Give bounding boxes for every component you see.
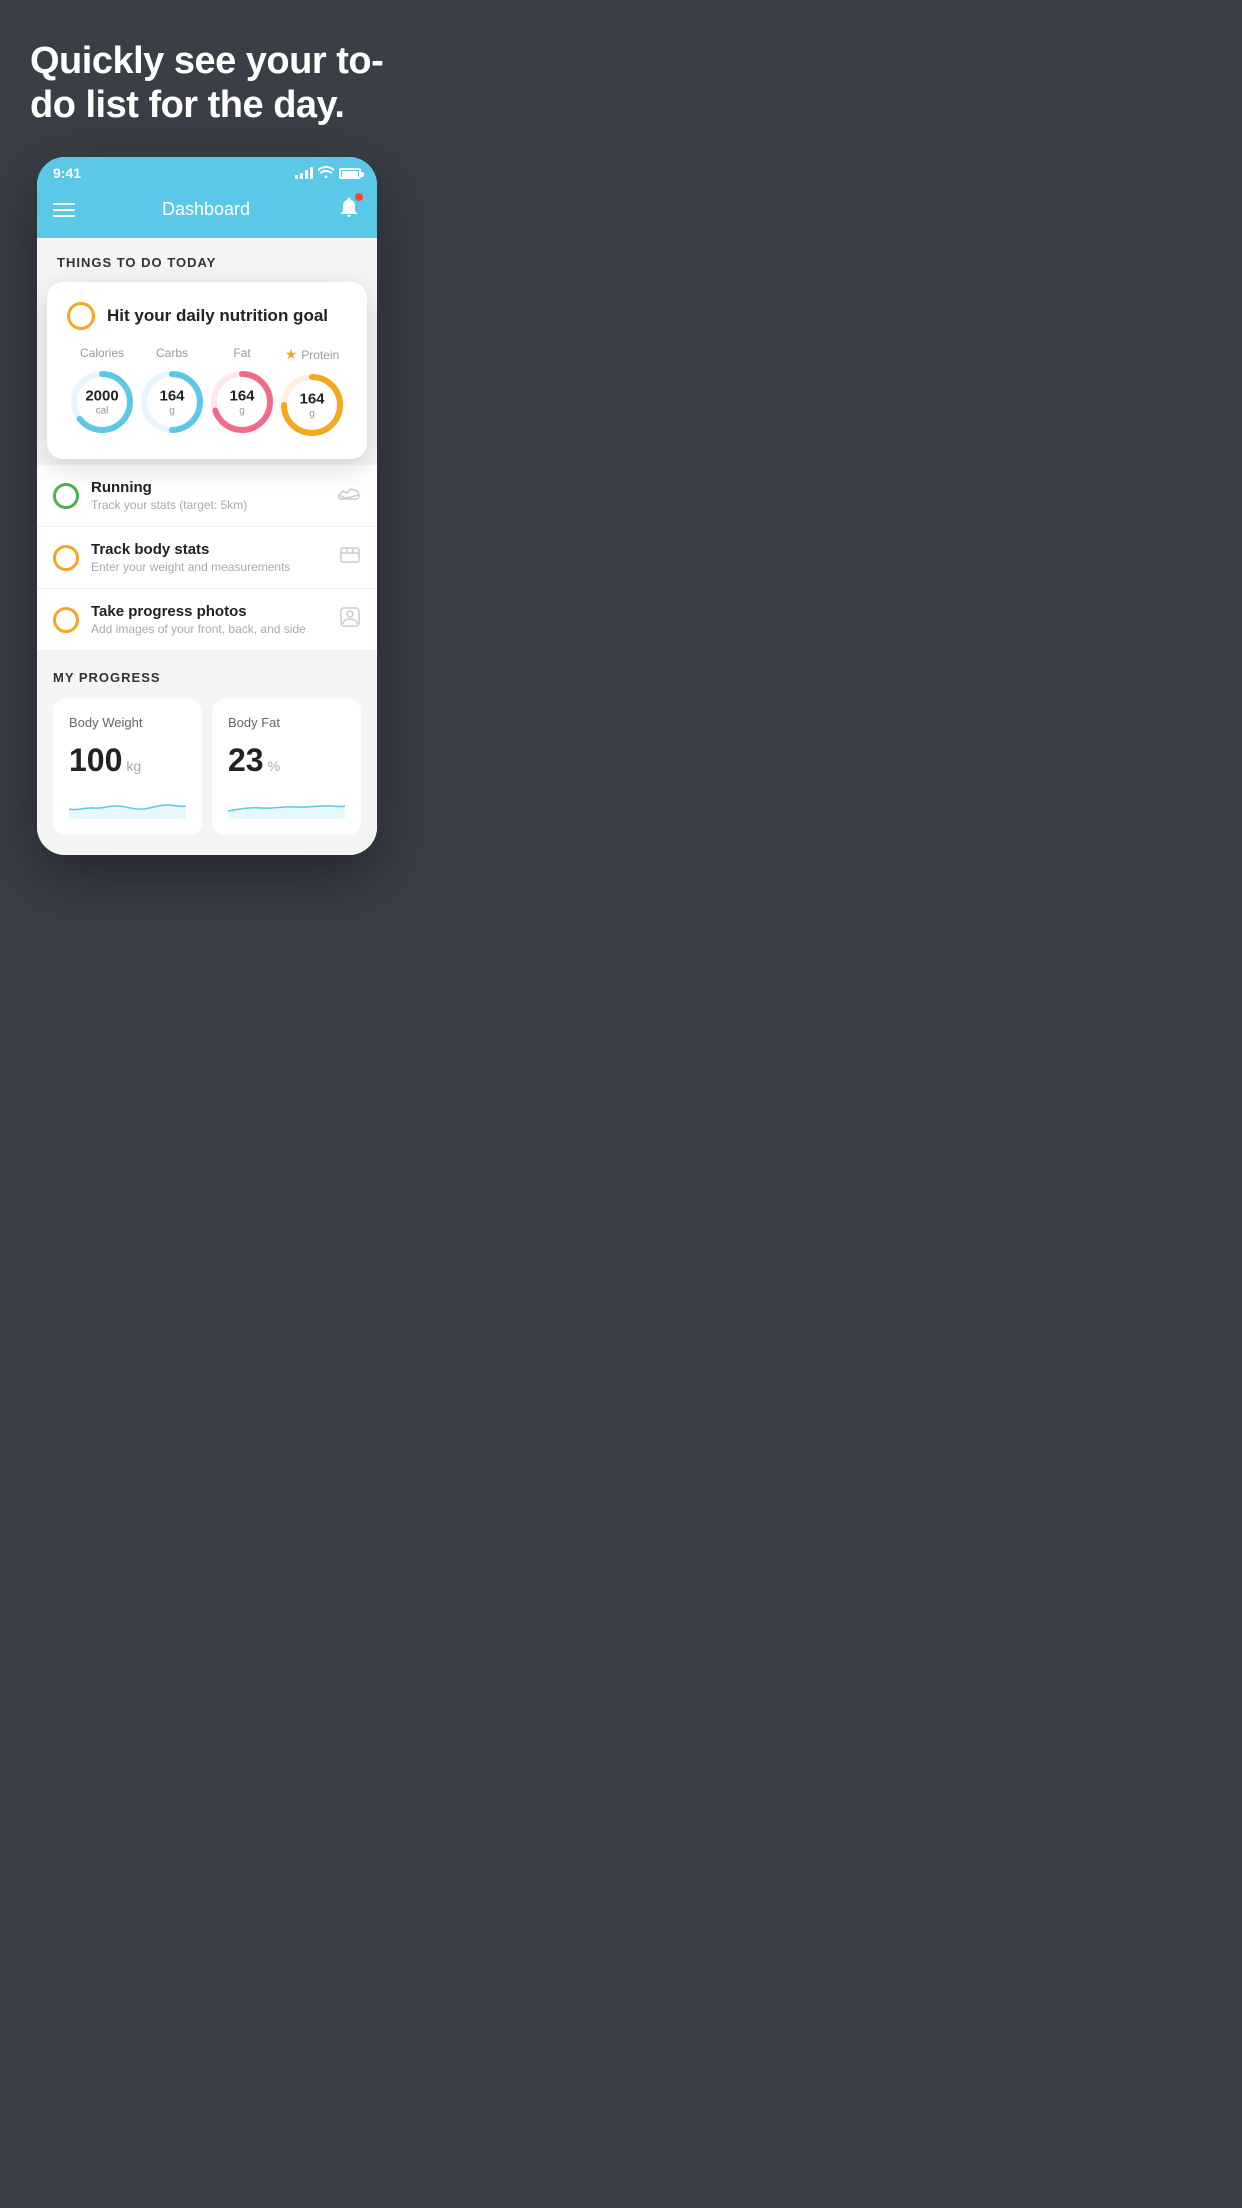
protein-unit: g bbox=[299, 408, 324, 419]
signal-icon bbox=[295, 167, 313, 179]
carbs-donut: 164 g bbox=[138, 368, 206, 436]
calories-value: 2000 bbox=[85, 389, 118, 406]
fat-value: 164 bbox=[229, 389, 254, 406]
body-fat-chart bbox=[228, 789, 345, 819]
progress-title: MY PROGRESS bbox=[53, 670, 361, 685]
nutrition-card-title: Hit your daily nutrition goal bbox=[107, 306, 328, 326]
star-icon: ★ bbox=[285, 346, 298, 363]
body-weight-chart bbox=[69, 789, 186, 819]
status-bar: 9:41 bbox=[37, 157, 377, 185]
carbs-center: 164 g bbox=[159, 389, 184, 417]
nutrition-card-header: Hit your daily nutrition goal bbox=[67, 302, 347, 330]
wifi-icon bbox=[318, 166, 334, 181]
status-icons bbox=[295, 166, 361, 181]
phone-mockup: 9:41 Dashboard bbox=[37, 157, 377, 855]
photos-check-circle bbox=[53, 607, 79, 633]
nutrition-check-circle[interactable] bbox=[67, 302, 95, 330]
running-text: Running Track your stats (target: 5km) bbox=[91, 479, 325, 512]
menu-button[interactable] bbox=[53, 203, 75, 217]
app-header: Dashboard bbox=[37, 185, 377, 238]
body-stats-subtitle: Enter your weight and measurements bbox=[91, 560, 327, 574]
fat-unit: g bbox=[229, 405, 254, 416]
progress-cards: Body Weight 100 kg bbox=[53, 699, 361, 855]
nutrition-fat: Fat 164 g bbox=[208, 346, 276, 436]
things-to-do-header: THINGS TO DO TODAY bbox=[37, 238, 377, 282]
body-fat-card-title: Body Fat bbox=[228, 715, 345, 730]
my-progress-section: MY PROGRESS Body Weight 100 kg bbox=[37, 650, 377, 855]
hero-title: Quickly see your to-do list for the day. bbox=[30, 40, 384, 127]
running-subtitle: Track your stats (target: 5km) bbox=[91, 498, 325, 512]
running-title: Running bbox=[91, 479, 325, 496]
status-time: 9:41 bbox=[53, 165, 81, 181]
body-stats-text: Track body stats Enter your weight and m… bbox=[91, 541, 327, 574]
nutrition-calories: Calories 2000 cal bbox=[68, 346, 136, 436]
todo-item-body-stats[interactable]: Track body stats Enter your weight and m… bbox=[37, 527, 377, 589]
running-check-circle bbox=[53, 483, 79, 509]
protein-label: ★ Protein bbox=[285, 346, 340, 363]
notification-button[interactable] bbox=[337, 195, 361, 224]
protein-value: 164 bbox=[299, 392, 324, 409]
body-fat-number: 23 bbox=[228, 742, 264, 779]
calories-label: Calories bbox=[80, 346, 124, 360]
nutrition-circles: Calories 2000 cal bbox=[67, 346, 347, 439]
body-weight-value: 100 kg bbox=[69, 742, 186, 779]
page-wrapper: Quickly see your to-do list for the day.… bbox=[0, 0, 414, 885]
nutrition-card: Hit your daily nutrition goal Calories bbox=[47, 282, 367, 459]
body-stats-title: Track body stats bbox=[91, 541, 327, 558]
scale-icon bbox=[339, 544, 361, 572]
battery-icon bbox=[339, 168, 361, 179]
fat-center: 164 g bbox=[229, 389, 254, 417]
body-fat-value: 23 % bbox=[228, 742, 345, 779]
calories-unit: cal bbox=[85, 405, 118, 416]
todo-list: Running Track your stats (target: 5km) bbox=[37, 465, 377, 650]
hero-section: Quickly see your to-do list for the day. bbox=[0, 0, 414, 147]
calories-center: 2000 cal bbox=[85, 389, 118, 417]
body-weight-unit: kg bbox=[126, 758, 141, 774]
nutrition-carbs: Carbs 164 g bbox=[138, 346, 206, 436]
carbs-label: Carbs bbox=[156, 346, 188, 360]
calories-donut: 2000 cal bbox=[68, 368, 136, 436]
body-weight-number: 100 bbox=[69, 742, 122, 779]
fat-donut: 164 g bbox=[208, 368, 276, 436]
todo-item-running[interactable]: Running Track your stats (target: 5km) bbox=[37, 465, 377, 527]
body-fat-card[interactable]: Body Fat 23 % bbox=[212, 699, 361, 835]
things-to-do-title: THINGS TO DO TODAY bbox=[57, 255, 216, 270]
protein-donut: 164 g bbox=[278, 371, 346, 439]
shoe-icon bbox=[337, 483, 361, 509]
phone-content: THINGS TO DO TODAY Hit your daily nutrit… bbox=[37, 238, 377, 855]
carbs-unit: g bbox=[159, 405, 184, 416]
body-weight-card-title: Body Weight bbox=[69, 715, 186, 730]
body-weight-card[interactable]: Body Weight 100 kg bbox=[53, 699, 202, 835]
person-icon bbox=[339, 606, 361, 634]
todo-item-photos[interactable]: Take progress photos Add images of your … bbox=[37, 589, 377, 650]
notification-badge bbox=[355, 193, 363, 201]
photos-title: Take progress photos bbox=[91, 603, 327, 620]
carbs-value: 164 bbox=[159, 389, 184, 406]
body-stats-check-circle bbox=[53, 545, 79, 571]
photos-text: Take progress photos Add images of your … bbox=[91, 603, 327, 636]
nutrition-protein: ★ Protein 164 g bbox=[278, 346, 346, 439]
header-title: Dashboard bbox=[162, 199, 250, 220]
photos-subtitle: Add images of your front, back, and side bbox=[91, 622, 327, 636]
body-fat-unit: % bbox=[268, 758, 280, 774]
fat-label: Fat bbox=[233, 346, 250, 360]
protein-center: 164 g bbox=[299, 392, 324, 420]
